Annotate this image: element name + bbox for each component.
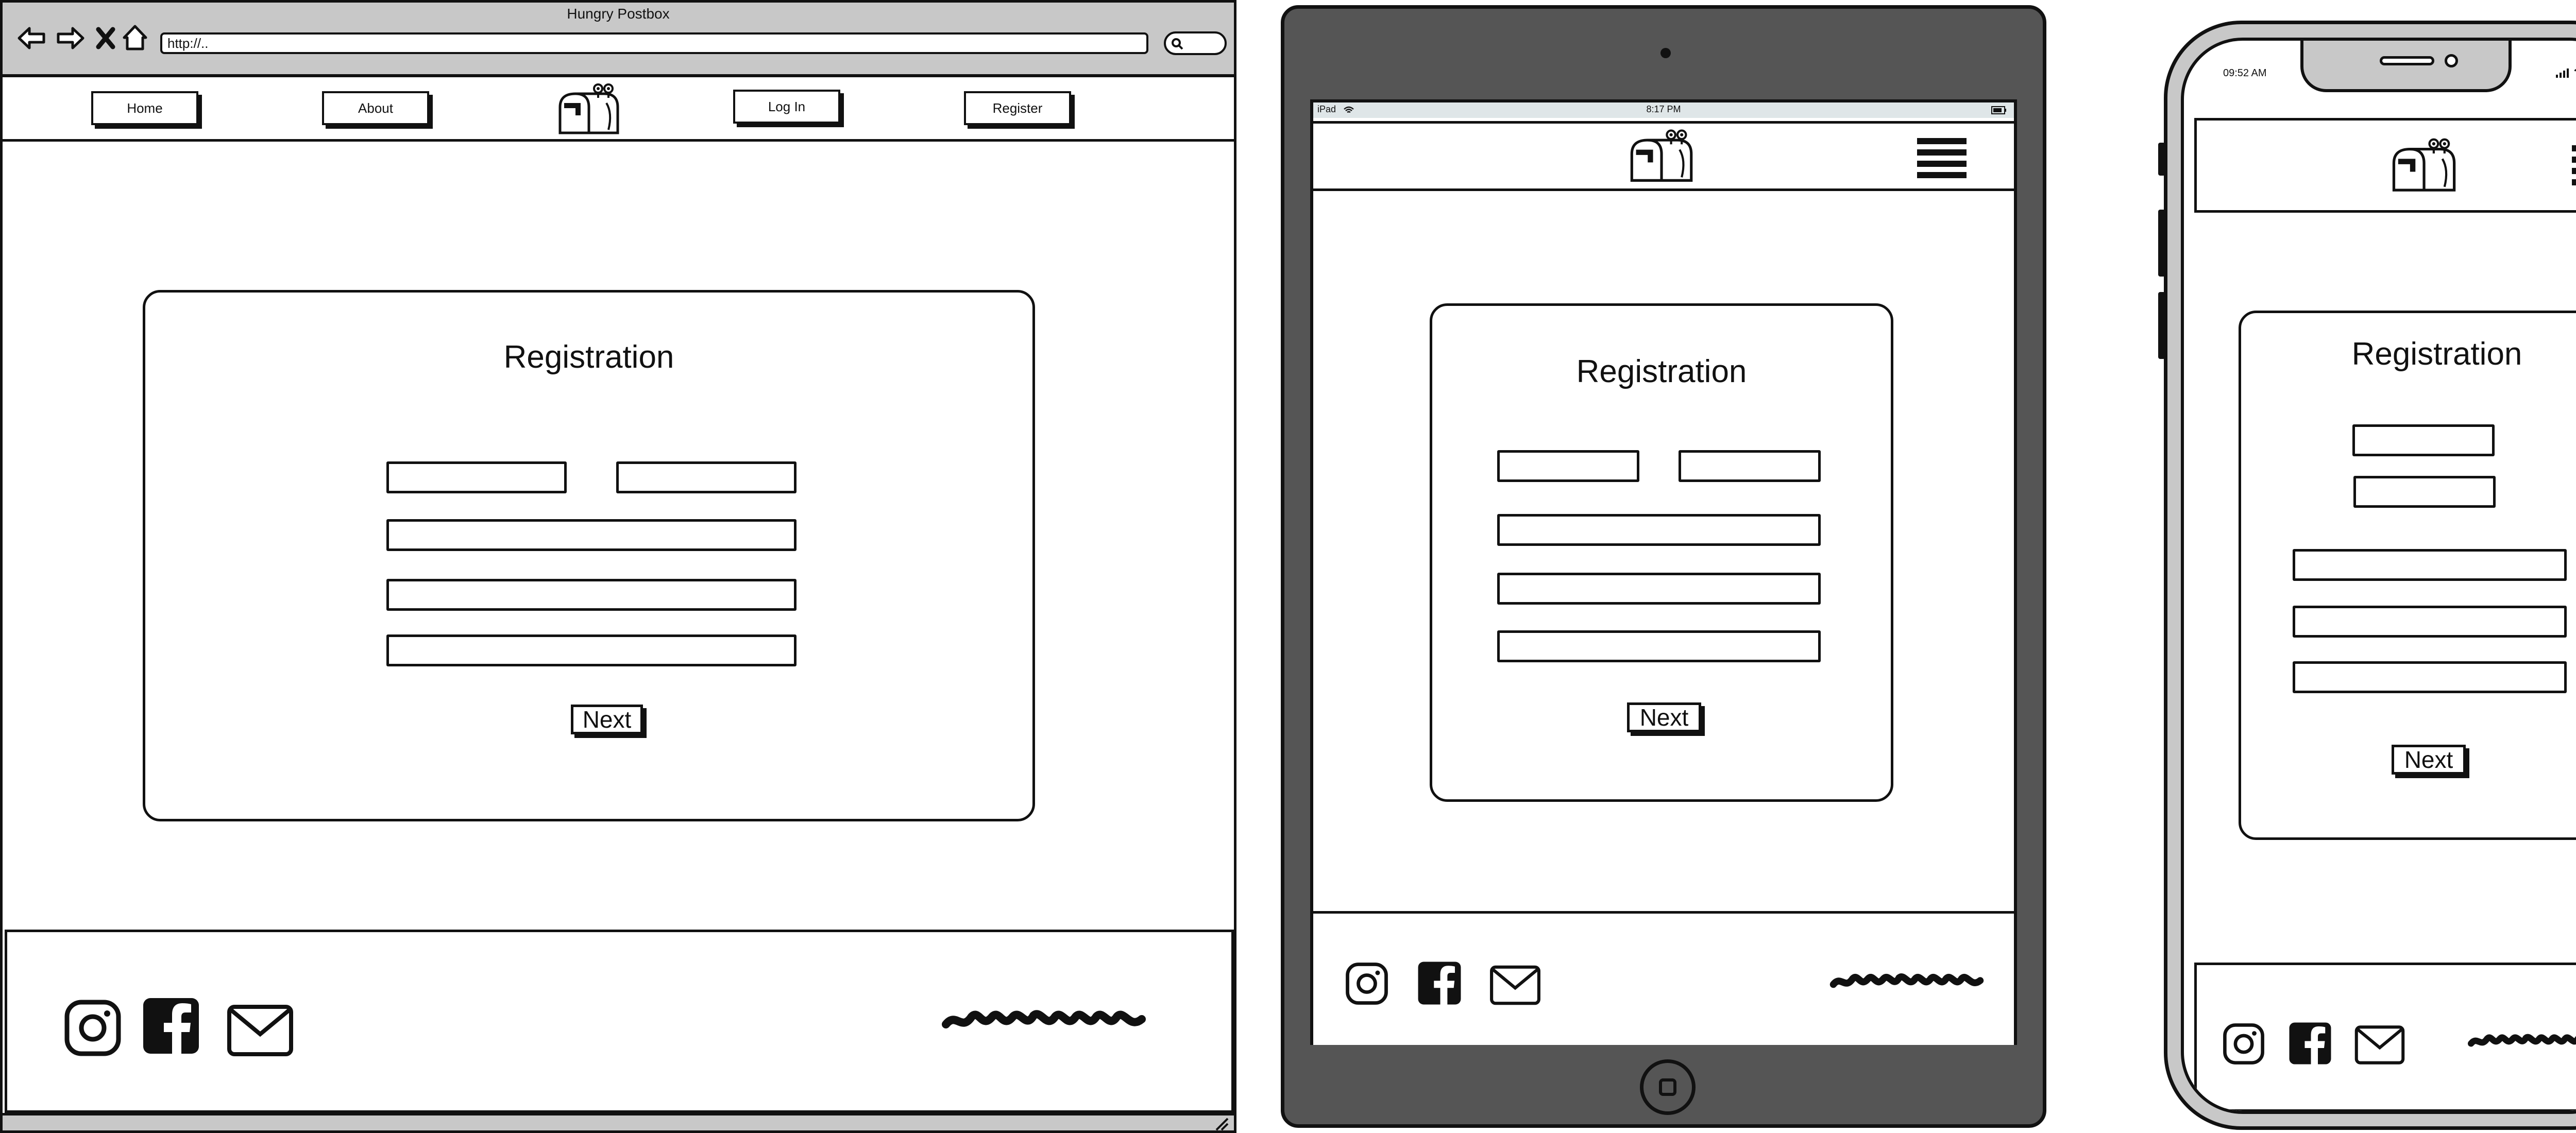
registration-card: Registration Next <box>143 290 1035 821</box>
email-field[interactable] <box>1497 514 1821 546</box>
speaker-grille <box>2380 56 2434 65</box>
phone-notch <box>2300 41 2512 92</box>
last-name-field[interactable] <box>1679 450 1821 482</box>
nav-register-button[interactable]: Register <box>964 91 1071 125</box>
phone-screen: 09:52 AM Registration Next <box>2181 38 2576 1114</box>
address-text: http://.. <box>167 36 209 51</box>
registration-card: Registration Next <box>2239 311 2576 840</box>
stop-icon[interactable] <box>95 26 116 50</box>
front-camera <box>2445 54 2458 67</box>
registration-title: Registration <box>1576 354 1747 389</box>
tablet-footer <box>1313 911 2014 1045</box>
email-field[interactable] <box>2293 549 2567 581</box>
scribble-signature <box>1829 965 1984 996</box>
first-name-field[interactable] <box>386 461 567 493</box>
instagram-icon[interactable] <box>2223 1023 2265 1065</box>
resize-grip-icon[interactable] <box>1213 1117 1229 1131</box>
mail-icon[interactable] <box>1489 965 1541 1005</box>
registration-title: Registration <box>503 339 674 375</box>
password-field[interactable] <box>386 579 796 611</box>
mailbox-logo[interactable] <box>1626 128 1696 185</box>
hamburger-menu-icon[interactable] <box>1916 137 1968 180</box>
nav-login-button[interactable]: Log In <box>733 90 840 124</box>
phone-side-button-left <box>2158 292 2165 359</box>
nav-about-button[interactable]: About <box>322 91 429 125</box>
back-arrow-icon[interactable] <box>17 26 46 50</box>
password-field[interactable] <box>2293 606 2567 638</box>
wifi-icon <box>2573 66 2576 78</box>
tablet-statusbar: iPad 8:17 PM <box>1313 102 2014 118</box>
tablet-header <box>1313 121 2014 191</box>
next-button[interactable]: Next <box>1627 702 1701 732</box>
phone-side-button-left <box>2158 143 2165 176</box>
email-field[interactable] <box>386 519 796 551</box>
facebook-icon[interactable] <box>2289 1022 2332 1065</box>
first-name-field[interactable] <box>2352 424 2495 456</box>
scribble-signature <box>2468 1026 2576 1055</box>
phone-header <box>2194 118 2576 213</box>
site-footer <box>5 930 1234 1113</box>
phone-time: 09:52 AM <box>2223 67 2267 79</box>
home-square-icon <box>1659 1078 1676 1096</box>
nav-home-button[interactable]: Home <box>91 91 198 125</box>
last-name-field[interactable] <box>2353 476 2496 508</box>
search-box[interactable] <box>1164 31 1227 55</box>
password-field[interactable] <box>1497 573 1821 605</box>
mail-icon[interactable] <box>227 1004 294 1057</box>
mailbox-logo[interactable] <box>555 82 622 137</box>
browser-statusbar <box>3 1113 1234 1131</box>
first-name-field[interactable] <box>1497 450 1639 482</box>
scribble-signature <box>941 1001 1147 1037</box>
tablet-screen: iPad 8:17 PM Registration Next <box>1310 99 2017 1045</box>
tablet-home-button[interactable] <box>1640 1059 1696 1115</box>
tablet-device: iPad 8:17 PM Registration Next <box>1281 5 2046 1128</box>
mail-icon[interactable] <box>2354 1025 2405 1065</box>
hamburger-menu-icon[interactable] <box>2571 144 2576 187</box>
last-name-field[interactable] <box>616 461 796 493</box>
search-icon <box>1171 38 1183 50</box>
facebook-icon[interactable] <box>1417 961 1462 1005</box>
phone-footer <box>2194 963 2576 1111</box>
facebook-icon[interactable] <box>142 997 200 1055</box>
desktop-browser: Hungry Postbox http://.. Home About Log … <box>0 0 1236 1133</box>
registration-card: Registration Next <box>1430 303 1893 802</box>
address-bar[interactable]: http://.. <box>160 32 1148 54</box>
instagram-icon[interactable] <box>64 999 122 1057</box>
phone-device: 09:52 AM Registration Next <box>2158 21 2576 1130</box>
mailbox-logo[interactable] <box>2388 137 2459 195</box>
battery-icon <box>1991 106 2007 114</box>
next-button[interactable]: Next <box>2392 745 2466 775</box>
confirm-password-field[interactable] <box>386 634 796 666</box>
window-title: Hungry Postbox <box>567 6 670 22</box>
site-header: Home About Log In Register <box>3 77 1234 142</box>
signal-icon <box>2555 67 2570 78</box>
browser-titlebar: Hungry Postbox http://.. <box>3 3 1234 77</box>
next-button[interactable]: Next <box>571 705 643 734</box>
camera-dot <box>1660 48 1671 58</box>
confirm-password-field[interactable] <box>1497 630 1821 662</box>
forward-arrow-icon[interactable] <box>56 26 85 50</box>
registration-title: Registration <box>2351 336 2522 372</box>
confirm-password-field[interactable] <box>2293 661 2567 693</box>
tablet-time: 8:17 PM <box>1646 104 1681 114</box>
phone-side-button-left <box>2158 210 2165 277</box>
home-icon[interactable] <box>122 24 148 51</box>
instagram-icon[interactable] <box>1345 962 1388 1005</box>
